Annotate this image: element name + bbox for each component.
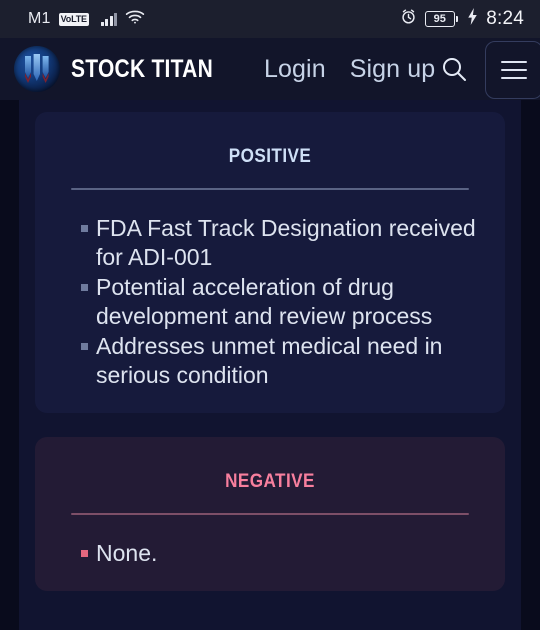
status-bar: M1 VoLTE 95 8:24 [0, 0, 540, 38]
carrier-label: M1 [28, 10, 51, 27]
list-item: None. [81, 539, 477, 568]
list-item: Addresses unmet medical need in serious … [81, 332, 477, 390]
positive-card: Positive FDA Fast Track Designation rece… [35, 112, 505, 413]
alarm-clock-icon [400, 8, 417, 30]
battery-percent-label: 95 [433, 12, 446, 25]
status-bar-left: M1 VoLTE [28, 9, 145, 29]
brand-name: STOCK TITAN [71, 54, 213, 83]
brand-home-link[interactable]: STOCK TITAN [14, 46, 240, 92]
phone-screen: M1 VoLTE 95 8:24 STOCK TITAN Login Sign … [0, 0, 540, 630]
site-header: STOCK TITAN Login Sign up [0, 38, 540, 100]
status-bar-right: 95 8:24 [400, 8, 524, 30]
page-body: Positive FDA Fast Track Designation rece… [0, 100, 540, 630]
negative-card-title: Negative [225, 463, 315, 493]
negative-card: Negative None. [35, 437, 505, 591]
header-actions [435, 39, 540, 99]
hamburger-menu-icon[interactable] [485, 41, 540, 99]
status-clock: 8:24 [486, 8, 524, 29]
battery-indicator: 95 [424, 11, 459, 27]
volte-badge: VoLTE [58, 12, 89, 26]
negative-bullet-list: None. [35, 539, 505, 568]
signup-link[interactable]: Sign up [350, 55, 436, 84]
list-item: Potential acceleration of drug developme… [81, 273, 477, 331]
wifi-icon [125, 9, 145, 29]
signal-bars-icon [100, 12, 118, 26]
login-link[interactable]: Login [264, 55, 326, 84]
positive-card-divider [71, 188, 469, 190]
content-column: Positive FDA Fast Track Designation rece… [19, 100, 521, 630]
negative-card-divider [71, 513, 469, 515]
positive-card-title: Positive [228, 138, 312, 168]
positive-bullet-list: FDA Fast Track Designation received for … [35, 214, 505, 390]
list-item: FDA Fast Track Designation received for … [81, 214, 477, 272]
search-icon[interactable] [435, 50, 473, 88]
stock-titan-logo-icon [14, 46, 60, 92]
header-nav: Login Sign up [264, 55, 435, 84]
charging-bolt-icon [466, 8, 478, 30]
